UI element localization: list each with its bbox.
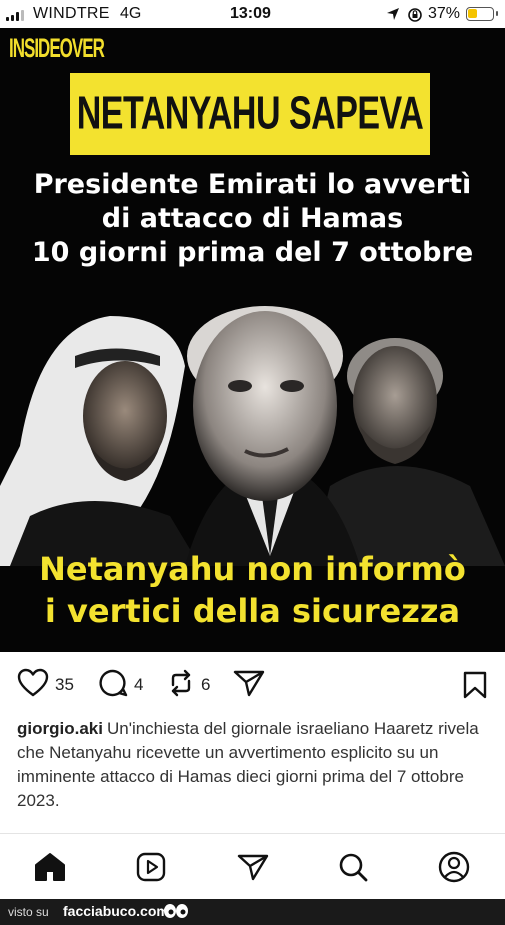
search-icon[interactable] [336,850,370,884]
watermark-bar: visto su facciabuco.com [0,899,505,925]
portraits-illustration [0,306,505,566]
comment-icon[interactable] [98,668,128,703]
network-type: 4G [120,5,142,22]
home-icon[interactable] [33,850,67,884]
watermark-site[interactable]: facciabuco.com [63,903,169,919]
send-icon[interactable] [233,669,265,702]
like-action[interactable]: 35 [17,660,74,710]
reels-icon[interactable] [134,850,168,884]
watermark-prefix: visto su [8,905,49,919]
location-arrow-icon [386,7,400,26]
subheadline-line: di attacco di Hamas [101,203,404,234]
share-action[interactable] [233,660,265,710]
bottom-text-line: Netanyahu non informò [39,550,466,588]
headline-text: NETANYAHU SAPEVA [76,87,424,139]
repost-icon[interactable] [167,669,195,702]
profile-icon[interactable] [437,850,471,884]
subheadline: Presidente Emirati lo avvertì di attacco… [0,168,505,270]
carrier-label: WINDTRE [33,5,110,22]
bottom-caption-text: Netanyahu non informò i vertici della si… [0,548,505,632]
send-icon[interactable] [236,850,270,884]
battery-icon [466,7,498,21]
repost-count: 6 [201,675,211,694]
orientation-lock-icon [407,7,423,28]
eyes-icon [163,902,189,925]
insideover-logo: INSIDEOVER [9,33,105,64]
left-portrait [0,316,200,566]
heart-icon[interactable] [17,668,49,703]
post-image[interactable]: INSIDEOVER NETANYAHU SAPEVA Presidente E… [0,28,505,652]
comment-count: 4 [134,675,144,694]
repost-action[interactable]: 6 [167,660,210,710]
like-count: 35 [55,675,74,694]
status-bar: WINDTRE 4G 13:09 37% [0,0,505,28]
headline-banner: NETANYAHU SAPEVA [70,73,430,155]
post-action-bar: 35 4 6 [0,660,505,710]
subheadline-line: Presidente Emirati lo avvertì [33,169,472,200]
caption-username[interactable]: giorgio.aki [17,719,103,738]
bottom-nav [0,833,505,899]
post-caption: giorgio.aki Un'inchiesta del giornale isr… [17,717,487,813]
signal-icon [6,10,24,21]
bookmark-icon[interactable] [462,671,488,704]
comment-action[interactable]: 4 [98,660,143,710]
battery-percent: 37% [428,5,461,22]
center-portrait [185,306,360,566]
clock: 13:09 [230,5,271,22]
bottom-text-line: i vertici della sicurezza [44,592,461,630]
subheadline-line: 10 giorni prima del 7 ottobre [31,237,474,268]
